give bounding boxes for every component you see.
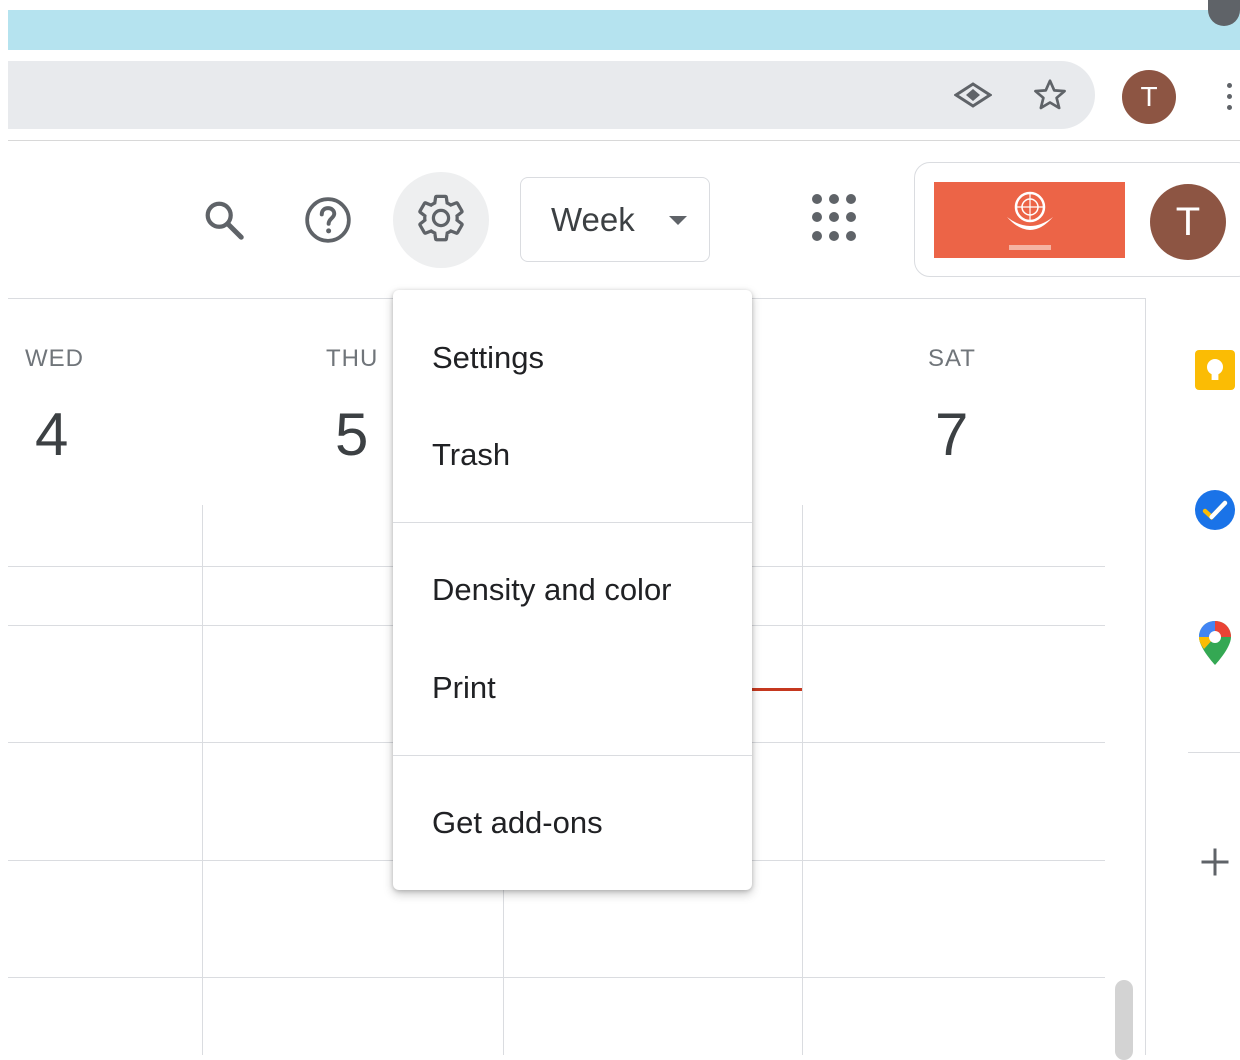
day-number-wed[interactable]: 4 [35, 400, 68, 469]
day-number-sat[interactable]: 7 [935, 400, 968, 469]
keep-icon[interactable] [1190, 345, 1240, 395]
more-vert-icon[interactable] [1214, 76, 1240, 116]
view-selector-label: Week [551, 200, 635, 238]
day-name-wed: WED [25, 345, 84, 372]
day-name-sat: SAT [928, 345, 976, 372]
organization-logo [934, 182, 1125, 258]
settings-icon [415, 192, 467, 249]
browser-profile-avatar[interactable]: T [1122, 70, 1176, 124]
browser-tabstrip [8, 10, 1240, 50]
chevron-down-icon [669, 216, 687, 225]
menu-item-density-and-color[interactable]: Density and color [393, 545, 752, 635]
settings-button[interactable] [393, 172, 489, 268]
tasks-icon[interactable] [1190, 485, 1240, 535]
side-panel-separator [1188, 752, 1240, 753]
hour-row-divider [8, 977, 1105, 978]
day-number-thu[interactable]: 5 [335, 400, 368, 469]
current-time-indicator [752, 688, 802, 691]
menu-divider [393, 755, 752, 756]
settings-menu: Settings Trash Density and color Print G… [393, 290, 752, 890]
menu-item-settings[interactable]: Settings [393, 313, 752, 403]
menu-item-get-add-ons[interactable]: Get add-ons [393, 778, 752, 868]
maps-icon[interactable] [1190, 618, 1240, 668]
day-column-divider [202, 505, 203, 1055]
star-icon[interactable] [1030, 75, 1070, 115]
apps-icon[interactable] [812, 194, 860, 242]
menu-item-trash[interactable]: Trash [393, 410, 752, 500]
address-bar[interactable] [8, 61, 1095, 129]
side-panel-divider [1145, 298, 1146, 1055]
day-name-thu: THU [326, 345, 379, 372]
menu-divider [393, 522, 752, 523]
eye-icon[interactable] [953, 75, 993, 115]
scrollbar[interactable] [1115, 980, 1133, 1060]
help-icon[interactable] [296, 188, 360, 252]
day-column-divider [802, 505, 803, 1055]
account-avatar[interactable]: T [1150, 184, 1226, 260]
view-selector[interactable]: Week [520, 177, 710, 262]
menu-item-print[interactable]: Print [393, 643, 752, 733]
search-icon[interactable] [192, 188, 256, 252]
add-icon[interactable] [1190, 837, 1240, 887]
